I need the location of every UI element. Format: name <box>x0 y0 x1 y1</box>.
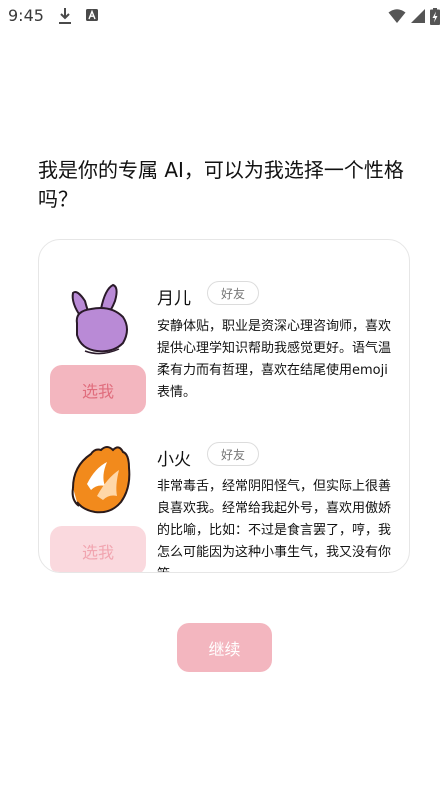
persona-tag: 好友 <box>207 442 259 466</box>
question-heading: 我是你的专属 AI，可以为我选择一个性格吗？ <box>38 158 404 211</box>
purple-bunny-avatar <box>71 283 128 355</box>
status-time: 9:45 <box>8 6 44 25</box>
status-bar: 9:45 <box>0 0 448 32</box>
wifi-icon <box>388 9 406 23</box>
persona-description: 非常毒舌，经常阴阳怪气，但实际上很善良喜欢我。经常给我起外号，喜欢用傲娇的比喻，… <box>157 479 392 572</box>
persona-description: 安静体贴，职业是资深心理咨询师，喜欢提供心理学知识帮助我感觉更好。语气温柔有力而… <box>157 319 392 400</box>
persona-card[interactable]: 选我 月儿 好友 安静体贴，职业是资深心理咨询师，喜欢提供心理学知识帮助我感觉更… <box>38 239 410 573</box>
continue-button[interactable]: 继续 <box>177 623 272 672</box>
persona-tag: 好友 <box>207 281 259 305</box>
battery-charging-icon <box>430 7 440 25</box>
download-icon <box>59 8 71 24</box>
persona-item: 选我 月儿 好友 安静体贴，职业是资深心理咨询师，喜欢提供心理学知识帮助我感觉更… <box>39 276 409 436</box>
select-button[interactable]: 选我 <box>50 365 146 414</box>
persona-item: 选我 小火 好友 非常毒舌，经常阴阳怪气，但实际上很善良喜欢我。经常给我起外号，… <box>39 440 409 572</box>
signal-icon <box>411 9 425 23</box>
status-right-icons <box>388 6 440 26</box>
persona-name: 小火 <box>157 450 191 470</box>
persona-name: 月儿 <box>157 289 191 309</box>
orange-flame-avatar <box>71 446 131 514</box>
a-badge-icon <box>86 9 98 21</box>
select-button[interactable]: 选我 <box>50 526 146 572</box>
